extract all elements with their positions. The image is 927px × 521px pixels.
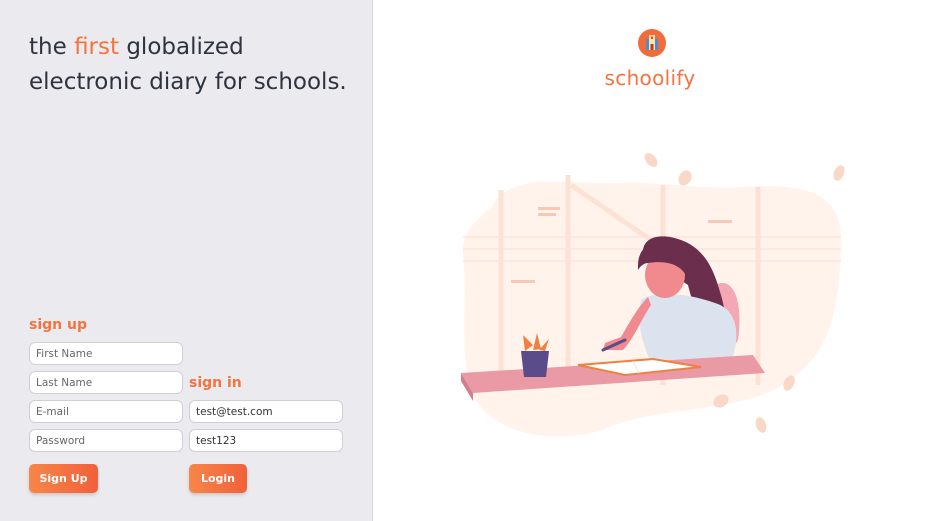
signup-password-input[interactable] [29, 429, 183, 452]
signin-title: sign in [189, 375, 242, 391]
left-panel: the first globalized electronic diary fo… [0, 0, 373, 521]
signin-password-input[interactable] [189, 429, 343, 452]
first-name-input[interactable] [29, 342, 183, 365]
signup-button[interactable]: Sign Up [29, 464, 98, 493]
tagline-text: the [29, 34, 75, 60]
signin-email-input[interactable] [189, 400, 343, 423]
tagline: the first globalized electronic diary fo… [29, 30, 349, 100]
last-name-input[interactable] [29, 371, 183, 394]
signup-email-input[interactable] [29, 400, 183, 423]
brand-name: schoolify [604, 66, 696, 90]
right-panel: schoolify [373, 0, 927, 521]
login-button[interactable]: Login [189, 464, 247, 493]
signup-title: sign up [29, 317, 87, 333]
student-writing-at-desk-illustration [461, 153, 845, 437]
school-building-icon [638, 29, 666, 57]
tagline-accent: first [74, 34, 120, 60]
